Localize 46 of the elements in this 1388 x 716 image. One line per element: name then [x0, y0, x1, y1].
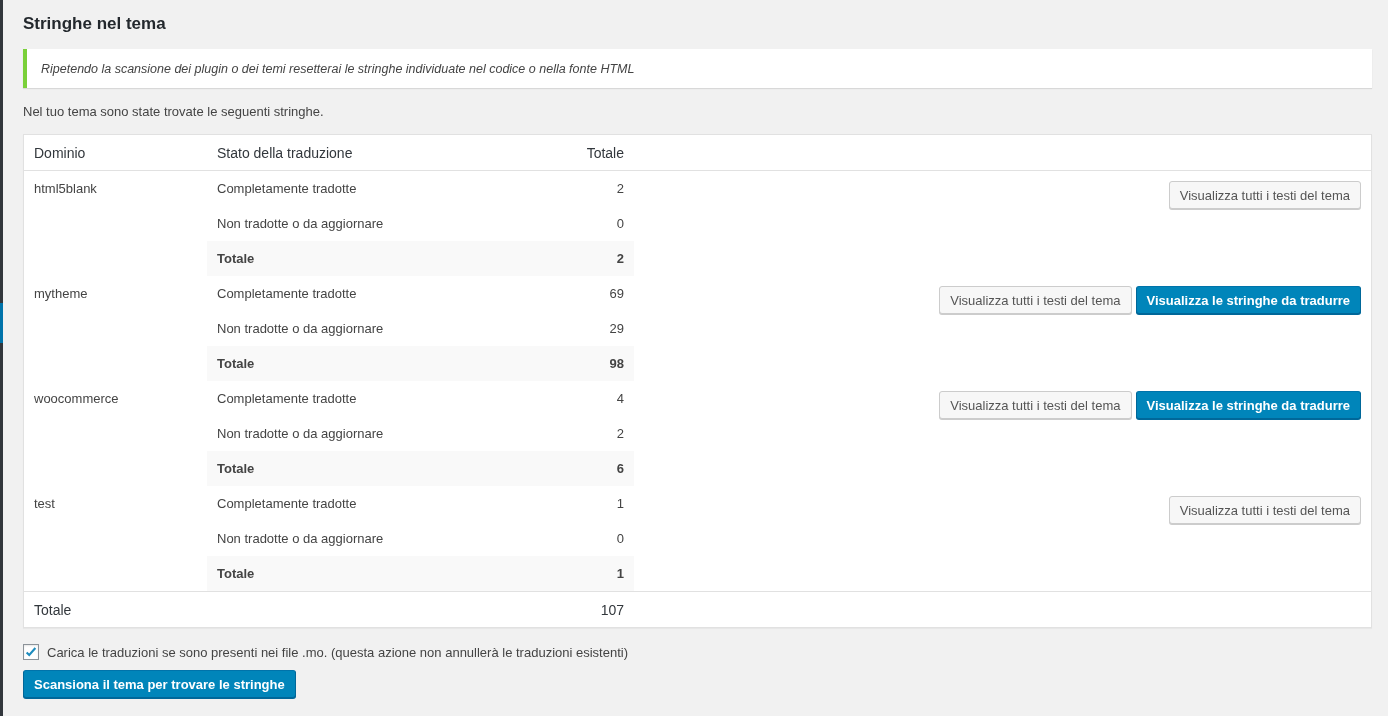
table-cell-text: Non tradotte o da aggiornare — [217, 531, 385, 546]
checkbox[interactable] — [23, 644, 39, 660]
domain-cell-text: woocommerce — [33, 390, 120, 408]
table-cell-text: Totale — [217, 356, 256, 371]
view-texts-button[interactable]: Visualizza tutti i testi del tema — [939, 286, 1132, 314]
table-cell: 0 — [616, 531, 624, 546]
table-cell: 0 — [616, 216, 624, 231]
domain-cell-text: mytheme — [33, 285, 89, 303]
table-cell-text: Totale — [217, 461, 256, 476]
table-cell-text: Non tradotte o da aggiornare — [217, 216, 385, 231]
table-cell: 2 — [616, 251, 624, 266]
view-texts-button[interactable]: Visualizza tutti i testi del tema — [1168, 181, 1361, 209]
table-cell: 1 — [616, 566, 624, 581]
domain-cell-text: html5blank — [33, 180, 98, 198]
column-header: Dominio — [33, 143, 87, 163]
notice-text: Ripetendo la scansione dei plugin o dei temi resetterai le stringhe individuate nel codice o nella fonte HTML — [41, 62, 635, 76]
view-texts-button[interactable]: Visualizza tutti i testi del tema — [939, 391, 1132, 419]
table-cell-text: Completamente tradotte — [217, 286, 358, 301]
table-cell: 4 — [616, 391, 624, 406]
scan-button[interactable]: Scansiona il tema per trovare le stringhe — [23, 670, 296, 698]
table-cell: 2 — [616, 426, 624, 441]
footer-label: Totale — [33, 600, 73, 620]
table-cell: 1 — [616, 496, 624, 511]
column-header: Totale — [586, 144, 624, 161]
table-cell: 2 — [616, 181, 624, 196]
footer-total: 107 — [600, 601, 624, 618]
intro-text: Nel tuo tema sono state trovate le seguenti stringhe. — [23, 104, 325, 119]
page-title: Stringhe nel tema — [23, 14, 167, 34]
sidebar-marker — [0, 303, 3, 343]
table-cell: 6 — [616, 461, 624, 476]
table-cell-text: Non tradotte o da aggiornare — [217, 321, 385, 336]
table-cell-text: Completamente tradotte — [217, 496, 358, 511]
table-cell-text: Completamente tradotte — [217, 181, 358, 196]
view-texts-button[interactable]: Visualizza tutti i testi del tema — [1168, 496, 1361, 524]
table-cell: 29 — [609, 321, 624, 336]
table-cell: 69 — [609, 286, 624, 301]
column-header: Stato della traduzione — [217, 144, 354, 161]
table-cell-text: Totale — [217, 251, 256, 266]
table-cell-text: Totale — [217, 566, 256, 581]
translate-strings-button[interactable]: Visualizza le stringhe da tradurre — [1135, 286, 1361, 314]
domain-cell-text: test — [33, 495, 56, 513]
translate-strings-button[interactable]: Visualizza le stringhe da tradurre — [1135, 391, 1361, 419]
table-cell-text: Completamente tradotte — [217, 391, 358, 406]
table-cell: 98 — [609, 356, 624, 371]
table-cell-text: Non tradotte o da aggiornare — [217, 426, 385, 441]
checkbox-label: Carica le traduzioni se sono presenti nei file .mo. (questa azione non annullerà le traduzioni esistenti) — [47, 644, 628, 660]
